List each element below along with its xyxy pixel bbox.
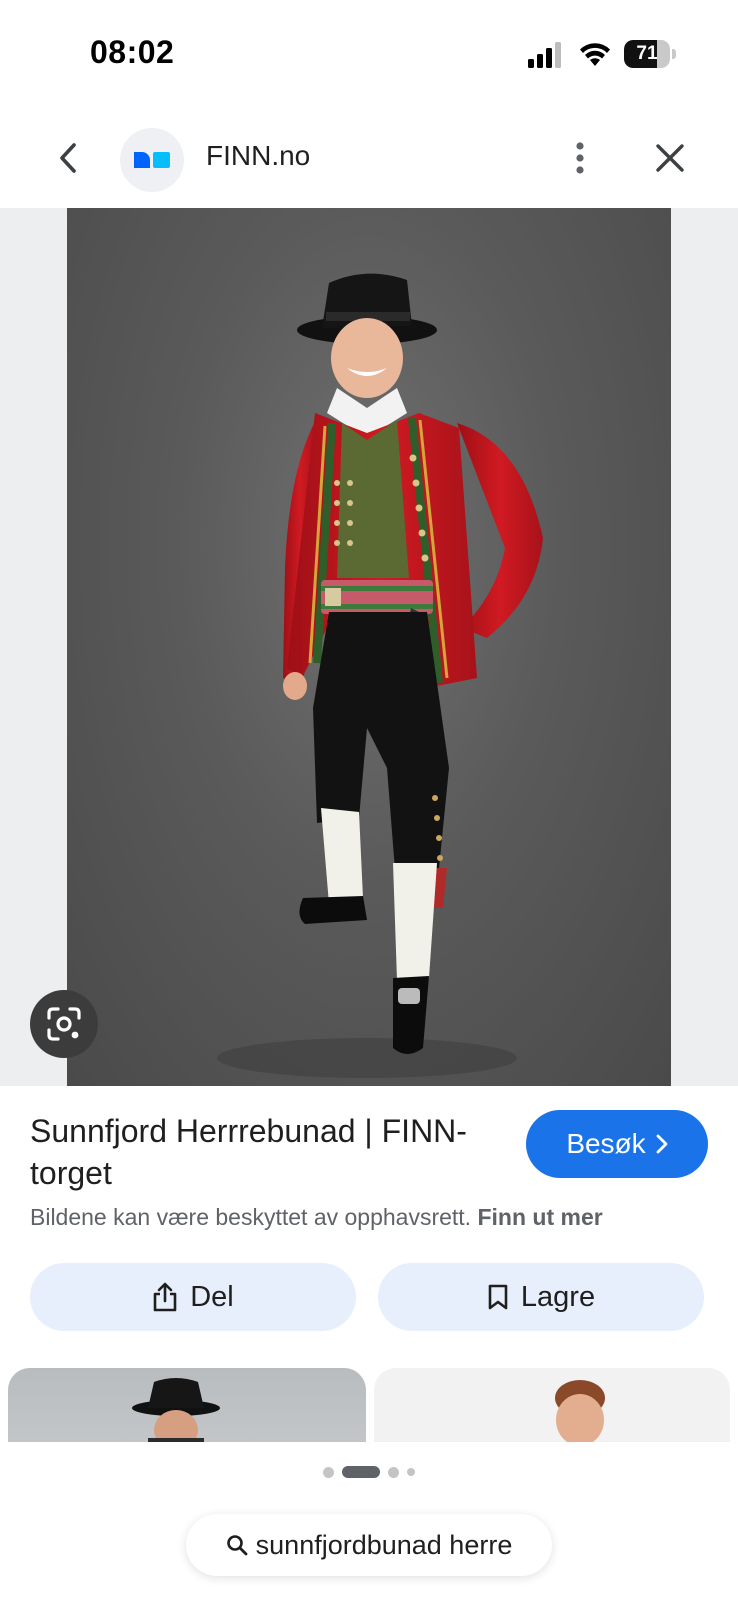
related-image-thumbnail[interactable] <box>8 1368 366 1442</box>
related-image-thumbnail[interactable] <box>374 1368 730 1442</box>
share-button[interactable]: Del <box>30 1263 356 1331</box>
related-image-portrait <box>555 1380 605 1442</box>
visit-button[interactable]: Besøk <box>526 1110 708 1178</box>
page-dot <box>407 1468 415 1476</box>
related-image-hat-man <box>132 1378 220 1442</box>
bunad-man-illustration <box>217 273 543 1078</box>
back-arrow-icon <box>60 143 76 173</box>
close-button[interactable] <box>646 134 694 182</box>
chevron-right-icon <box>656 1134 668 1154</box>
page-dot-active <box>342 1466 380 1478</box>
result-title[interactable]: Sunnfjord Herrrebunad | FINN-torget <box>30 1110 490 1194</box>
more-options-button[interactable] <box>556 134 604 182</box>
copyright-text: Bildene kan være beskyttet av opphavsret… <box>30 1204 472 1230</box>
close-icon <box>656 144 684 172</box>
bookmark-icon <box>488 1284 508 1310</box>
page-dot <box>388 1466 399 1478</box>
back-button[interactable] <box>44 134 92 182</box>
google-lens-button[interactable] <box>30 990 98 1058</box>
cellular-signal-icon <box>528 42 561 68</box>
learn-more-link[interactable]: Finn ut mer <box>477 1204 602 1230</box>
site-name[interactable]: FINN.no <box>206 140 310 172</box>
finn-logo-icon <box>134 152 170 168</box>
battery-indicator: 71 <box>624 40 676 68</box>
visit-button-label: Besøk <box>566 1128 646 1159</box>
battery-level-text: 71 <box>636 43 658 64</box>
search-query-pill[interactable]: sunnfjordbunad herre <box>186 1514 552 1576</box>
more-vertical-icon <box>576 142 584 174</box>
status-time: 08:02 <box>90 34 175 70</box>
page-indicator <box>0 1466 738 1478</box>
bottom-panel: sunnfjordbunad herre <box>0 1442 738 1600</box>
save-button[interactable]: Lagre <box>378 1263 704 1331</box>
copyright-notice: Bildene kan være beskyttet av opphavsret… <box>30 1204 720 1231</box>
search-query-text: sunnfjordbunad herre <box>255 1529 513 1560</box>
share-label: Del <box>190 1280 234 1313</box>
search-icon <box>226 1535 248 1556</box>
wifi-icon <box>580 43 610 66</box>
share-icon <box>153 1282 177 1312</box>
page-dot <box>323 1466 334 1478</box>
save-label: Lagre <box>520 1280 596 1313</box>
related-images <box>0 1368 738 1442</box>
browser-header: FINN.no <box>0 110 738 210</box>
site-logo <box>120 128 184 192</box>
lens-search-icon <box>47 1007 81 1041</box>
result-image[interactable] <box>67 208 671 1086</box>
image-viewer <box>0 208 738 1086</box>
status-bar: 08:02 71 <box>0 0 738 100</box>
